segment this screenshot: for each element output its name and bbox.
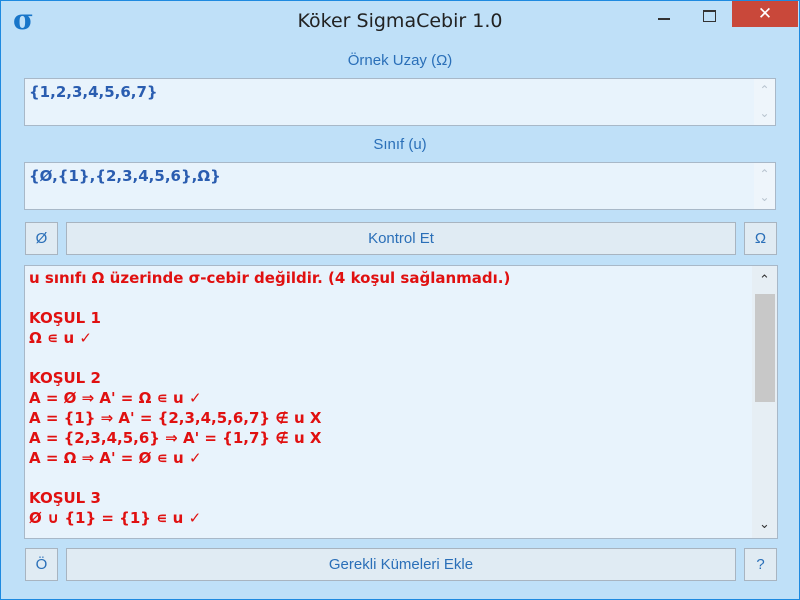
class-input[interactable]: {Ø,{1},{2,3,4,5,6},Ω} ⌃ ⌄	[24, 162, 776, 210]
result-line: A = {2,3,4,5,6} ⇒ A' = {1,7} ∉ u X	[29, 429, 322, 447]
add-required-sets-button[interactable]: Gerekli Kümeleri Ekle	[66, 548, 736, 581]
result-line: u sınıfı Ω üzerinde σ-cebir değildir. (4…	[29, 269, 511, 287]
check-button[interactable]: Kontrol Et	[66, 222, 736, 255]
result-line: KOŞUL 1	[29, 309, 101, 327]
scroll-down-icon[interactable]: ⌄	[754, 102, 775, 124]
maximize-button[interactable]	[687, 1, 733, 27]
omega-button[interactable]: Ω	[744, 222, 777, 255]
result-line: KOŞUL 3	[29, 489, 101, 507]
output-scrollbar[interactable]: ⌃ ⌄	[752, 266, 777, 538]
scroll-down-icon[interactable]: ⌄	[754, 186, 775, 208]
scrollbar-thumb[interactable]	[755, 294, 775, 402]
result-output[interactable]: u sınıfı Ω üzerinde σ-cebir değildir. (4…	[24, 265, 778, 539]
result-lines: u sınıfı Ω üzerinde σ-cebir değildir. (4…	[29, 268, 749, 528]
help-button[interactable]: ?	[744, 548, 777, 581]
close-button[interactable]: ✕	[732, 1, 798, 27]
scroll-up-icon[interactable]: ⌃	[754, 79, 775, 101]
sample-space-label: Örnek Uzay (Ω)	[347, 52, 453, 69]
sample-space-scrollbar[interactable]: ⌃ ⌄	[754, 79, 775, 125]
sample-space-value: {1,2,3,4,5,6,7}	[29, 83, 158, 101]
result-line: A = Ø ⇒ A' = Ω ∊ u ✓	[29, 389, 202, 407]
sample-space-input[interactable]: {1,2,3,4,5,6,7} ⌃ ⌄	[24, 78, 776, 126]
result-line	[29, 288, 749, 308]
close-icon: ✕	[757, 4, 773, 24]
result-line: Ω ∊ u ✓	[29, 329, 92, 347]
scroll-up-icon[interactable]: ⌃	[752, 268, 777, 292]
class-label: Sınıf (u)	[373, 136, 427, 153]
title-bar[interactable]: σ Köker SigmaCebir 1.0 ✕	[1, 1, 799, 37]
minimize-button[interactable]	[641, 1, 687, 27]
result-line	[29, 468, 749, 488]
scroll-down-icon[interactable]: ⌄	[752, 512, 777, 536]
result-line: A = Ω ⇒ A' = Ø ∊ u ✓	[29, 449, 202, 467]
o-button[interactable]: Ö	[25, 548, 58, 581]
result-line: Ø ∪ {1} = {1} ∊ u ✓	[29, 509, 202, 527]
class-value: {Ø,{1},{2,3,4,5,6},Ω}	[29, 167, 221, 185]
empty-set-button[interactable]: Ø	[25, 222, 58, 255]
result-line: A = {1} ⇒ A' = {2,3,4,5,6,7} ∉ u X	[29, 409, 322, 427]
app-window: σ Köker SigmaCebir 1.0 ✕ Örnek Uzay (Ω) …	[0, 0, 800, 600]
result-line: KOŞUL 2	[29, 369, 101, 387]
class-scrollbar[interactable]: ⌃ ⌄	[754, 163, 775, 209]
scroll-up-icon[interactable]: ⌃	[754, 163, 775, 185]
result-line	[29, 348, 749, 368]
